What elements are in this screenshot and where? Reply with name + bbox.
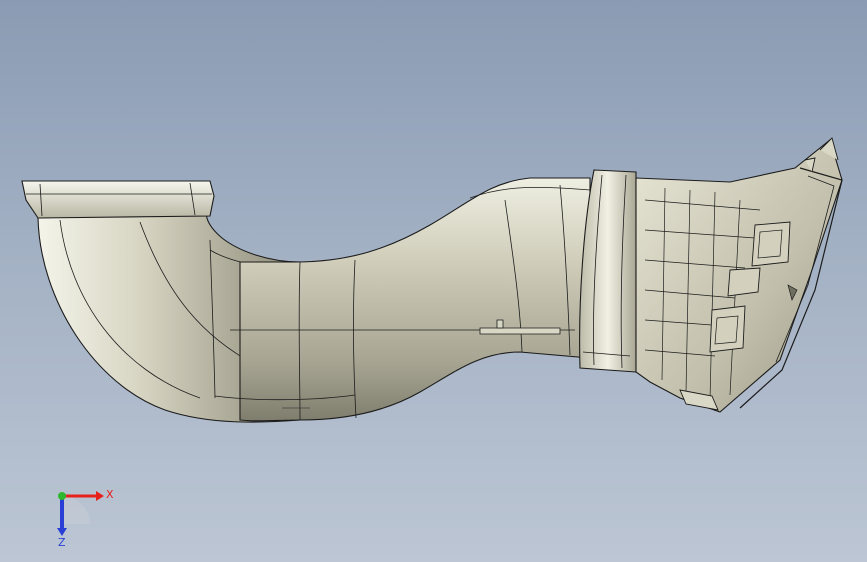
coordinate-triad: X Z xyxy=(57,488,114,548)
housing-end xyxy=(635,137,843,413)
inlet-flange xyxy=(21,180,215,219)
triad-plane-shade xyxy=(62,496,90,524)
x-axis-label: X xyxy=(106,488,114,501)
s-bend-duct xyxy=(214,177,591,422)
graphics-viewport[interactable]: X Z xyxy=(0,0,867,562)
x-axis-arrowhead xyxy=(96,491,104,501)
z-axis-label: Z xyxy=(58,536,66,548)
y-axis-origin-dot xyxy=(58,492,66,500)
z-axis-arrowhead xyxy=(57,528,67,536)
duct-model[interactable] xyxy=(0,0,867,562)
